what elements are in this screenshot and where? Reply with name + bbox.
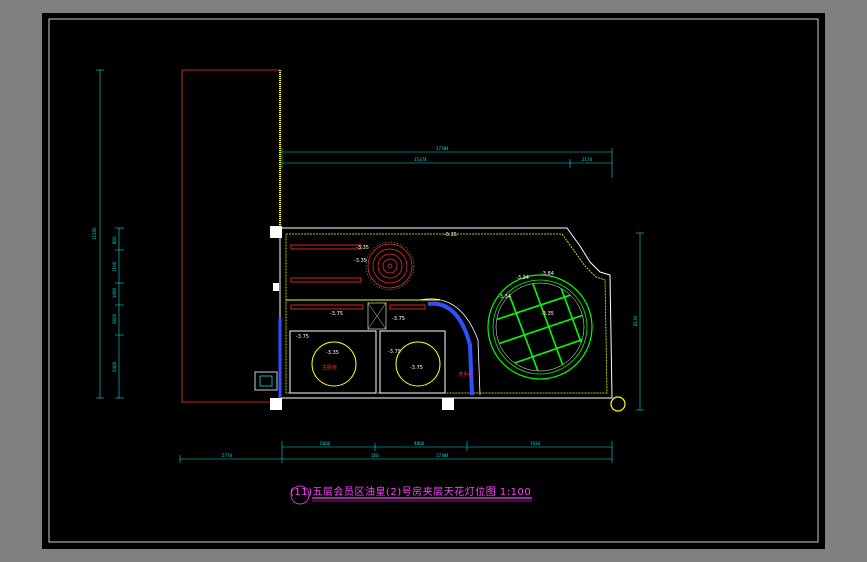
cabinet-3 (290, 304, 364, 310)
dome-ceiling (487, 274, 593, 380)
column-4 (273, 283, 279, 291)
level-label: -3.75 (388, 349, 401, 355)
dim-bottom-c: 4800 (414, 441, 425, 446)
adjacent-block-outline (181, 69, 281, 403)
level-label: -3.35 (354, 258, 367, 264)
dim-left-b: 1100 (112, 261, 117, 272)
dimension-lines (96, 69, 644, 463)
level-label: -3.35 (326, 350, 339, 356)
dim-left-total: 11550 (92, 227, 97, 240)
cabinet-4 (389, 304, 426, 310)
sheet-border (48, 18, 819, 543)
level-label: -3.75 (330, 311, 343, 317)
bath-room (379, 330, 446, 394)
dim-left-d: 3600 (112, 313, 117, 324)
column-1 (270, 226, 282, 238)
room-label-bath: 洗手间 (458, 371, 473, 378)
dim-left-a: 800 (112, 236, 117, 244)
level-label: -3.75 (410, 365, 423, 371)
dim-bottom-b: 150 (371, 453, 379, 458)
level-label: -3.84 (541, 271, 554, 277)
level-label: -3.35 (541, 311, 554, 317)
column-5 (610, 396, 626, 412)
column-2 (270, 398, 282, 410)
column-3 (442, 398, 454, 410)
bedroom-ceiling-circle (311, 341, 357, 387)
ceiling-plan: 17384 15374 2174 11550 800 1100 1080 360… (48, 18, 819, 543)
room-label-bedroom: 主卧房 (322, 364, 337, 371)
dim-left-e: 2400 (112, 361, 117, 372)
level-label: -3.35 (356, 245, 369, 251)
spiral-ceiling (367, 243, 413, 289)
level-label: -3.34 (516, 275, 529, 281)
dim-top-total: 17384 (436, 146, 449, 151)
dim-left-c: 1080 (112, 287, 117, 298)
dim-bottom-d: 7434 (530, 441, 541, 446)
level-label: -3.75 (392, 316, 405, 322)
level-label: -3.34 (498, 294, 511, 300)
level-label: -3.75 (296, 334, 309, 340)
dim-top-left: 15374 (414, 157, 427, 162)
dim-bottom-total: 17384 (436, 453, 449, 458)
cabinet-2 (290, 277, 362, 283)
bath-ceiling-circle (395, 341, 441, 387)
dim-right-height: 6130 (633, 315, 638, 326)
dim-bottom-left: 5774 (222, 453, 233, 458)
dim-top-right: 2174 (582, 157, 593, 162)
elevator-box (254, 371, 278, 391)
dim-bottom-a: 5800 (320, 441, 331, 446)
drawing-title: (11)五层会员区油皇(2)号房夹层天花灯位图 1:100 (290, 487, 532, 498)
level-label: -3.35 (444, 232, 457, 238)
cabinet-1 (290, 244, 362, 250)
elevator-box-inner (259, 375, 273, 387)
bedroom-room (289, 330, 377, 394)
